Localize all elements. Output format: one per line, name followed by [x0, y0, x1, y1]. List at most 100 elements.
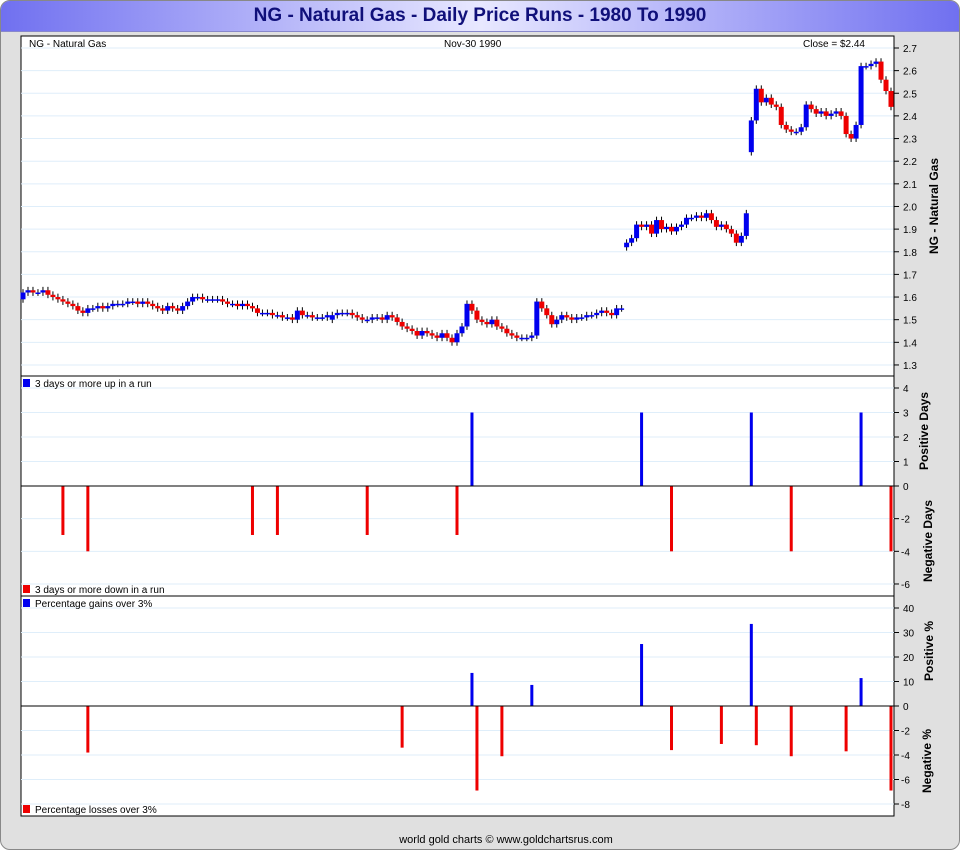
candle: [713, 220, 719, 227]
runs-neg-label: Negative Days: [921, 500, 935, 582]
plot-area: [20, 35, 895, 817]
candle: [200, 297, 206, 300]
candle: [205, 299, 211, 301]
candle: [768, 97, 774, 105]
bar-positive: [749, 623, 753, 706]
candle: [424, 331, 430, 334]
legend-runs-down: 3 days or more down in a run: [35, 585, 165, 596]
price-tick-label: 1.9: [903, 225, 917, 236]
candle: [738, 235, 744, 243]
chart-window: NG - Natural Gas - Daily Price Runs - 19…: [0, 0, 960, 850]
axis-tick-label: -6: [901, 776, 910, 787]
candle: [539, 301, 545, 309]
candle: [634, 224, 640, 239]
bar-negative: [61, 486, 65, 535]
candle: [569, 317, 575, 320]
candle: [40, 290, 46, 293]
candle: [235, 303, 241, 307]
price-tick-label: 1.3: [903, 361, 917, 372]
candle: [728, 229, 734, 234]
candle: [883, 79, 889, 92]
candle: [105, 306, 111, 309]
candle: [753, 88, 759, 121]
bar-negative: [400, 706, 404, 748]
axis-tick-label: -8: [901, 800, 910, 811]
price-tick-label: 1.8: [903, 248, 917, 259]
candle: [778, 106, 784, 125]
legend-pct-down: Percentage losses over 3%: [35, 805, 157, 816]
candle: [414, 331, 420, 336]
candle: [160, 308, 166, 311]
price-tick-label: 1.6: [903, 293, 917, 304]
candle: [549, 315, 555, 325]
axis-tick-label: 0: [903, 702, 909, 713]
candle: [449, 337, 455, 343]
candle: [803, 104, 809, 128]
candle: [20, 292, 26, 300]
candle: [170, 306, 176, 309]
candle: [459, 326, 465, 334]
candle: [489, 319, 495, 325]
axis-tick-label: -2: [901, 515, 910, 526]
chart-canvas: NG - Natural Gas Nov-30 1990 Close = $2.…: [20, 35, 941, 817]
axis-tick-label: 20: [903, 653, 915, 664]
candle: [654, 220, 660, 234]
candle: [763, 97, 769, 103]
candle: [155, 306, 161, 309]
candle: [55, 297, 61, 300]
candle: [639, 224, 645, 227]
candle: [519, 337, 525, 340]
bar-positive: [640, 412, 644, 486]
candle: [354, 315, 360, 318]
price-tick-label: 2.7: [903, 44, 917, 55]
candle: [669, 226, 675, 232]
candle: [334, 312, 340, 316]
candle: [115, 303, 121, 306]
bar-negative: [789, 486, 793, 552]
axis-tick-label: -2: [901, 727, 910, 738]
legend-up-swatch: [23, 379, 30, 387]
candle: [733, 233, 739, 243]
candle: [858, 66, 864, 125]
candle: [384, 315, 390, 320]
candle: [110, 303, 116, 307]
candle: [284, 317, 290, 319]
candle: [843, 115, 849, 135]
candle: [319, 317, 325, 319]
candle: [609, 312, 615, 316]
candle: [60, 299, 66, 302]
axis-tick-label: -6: [901, 580, 910, 591]
footer-credit: world gold charts © www.goldchartsrus.co…: [399, 834, 613, 846]
candle: [369, 317, 375, 320]
bar-negative: [455, 486, 459, 535]
candle: [130, 301, 136, 304]
candle: [195, 297, 201, 299]
candle: [419, 331, 425, 336]
legend-pct-up: Percentage gains over 3%: [35, 599, 152, 610]
candle: [90, 308, 96, 310]
candle: [718, 224, 724, 227]
candle: [688, 217, 694, 220]
runs-pos-label: Positive Days: [917, 392, 931, 470]
candle: [274, 315, 280, 317]
axis-tick-label: 0: [903, 482, 909, 493]
candle: [614, 308, 620, 316]
candle: [215, 299, 221, 301]
bar-negative: [365, 486, 369, 535]
candle: [579, 317, 585, 319]
candle: [878, 61, 884, 80]
candle: [783, 124, 789, 130]
candle: [429, 333, 435, 336]
axis-tick-label: -4: [901, 751, 910, 762]
bar-positive: [470, 672, 474, 706]
candle: [454, 333, 460, 343]
candle: [813, 109, 819, 114]
bar-positive: [859, 678, 863, 706]
pct-pos-label: Positive %: [922, 621, 936, 681]
candle: [499, 326, 505, 329]
candle: [254, 308, 260, 313]
axis-tick-label: 2: [903, 433, 909, 444]
candle: [514, 335, 520, 338]
legend-runs-up: 3 days or more up in a run: [35, 379, 152, 390]
candle: [584, 315, 590, 318]
